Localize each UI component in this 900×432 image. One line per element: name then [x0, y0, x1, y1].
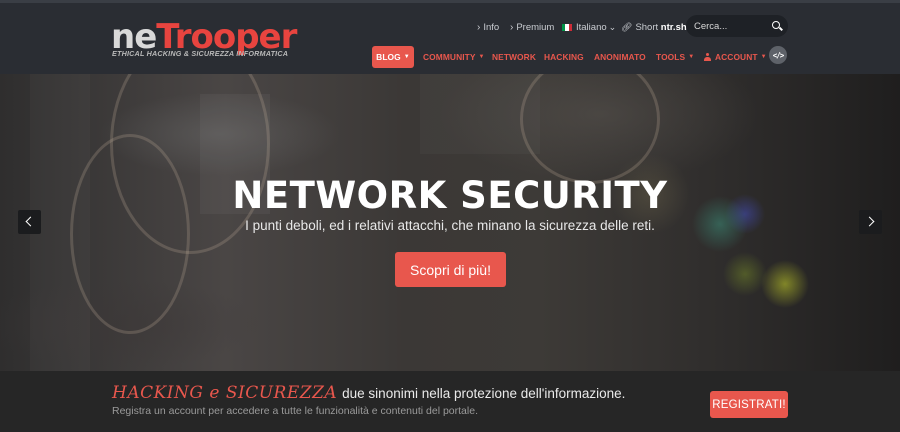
info-link[interactable]: › Info [477, 19, 499, 35]
chevron-down-icon: ⌄ [608, 21, 617, 32]
chevron-right-icon: › [477, 21, 481, 33]
search-icon[interactable] [772, 21, 780, 29]
carousel-prev-arrow-icon[interactable] [18, 210, 41, 234]
short-link[interactable]: 🔗︎ Short ntr.sh [621, 19, 687, 35]
caret-down-icon: ▼ [403, 54, 410, 60]
nav-hacking-label: HACKING [544, 52, 584, 62]
caret-down-icon: ▼ [688, 54, 695, 60]
netrooper-logo[interactable]: neTrooper ETHICAL HACKING & SICUREZZA IN… [111, 19, 297, 61]
hero-title: NETWORK SECURITY [232, 174, 668, 217]
nav-network[interactable]: NETWORK [492, 46, 536, 68]
nav-community[interactable]: COMMUNITY ▼ [423, 46, 485, 68]
nav-community-label: COMMUNITY [423, 52, 476, 62]
banner-headline: HACKING e SICUREZZA due sinonimi nella p… [112, 383, 625, 403]
premium-link[interactable]: › Premium [510, 19, 554, 35]
code-icon[interactable]: </> [769, 46, 787, 64]
background-cable [70, 134, 190, 334]
nav-hacking[interactable]: HACKING [544, 46, 584, 68]
hero-subtitle: I punti deboli, ed i relativi attacchi, … [245, 218, 655, 233]
nav-anonimato-label: ANONIMATO [594, 52, 646, 62]
search-input[interactable] [694, 18, 768, 34]
nav-tools[interactable]: TOOLS ▼ [656, 46, 694, 68]
nav-anonimato[interactable]: ANONIMATO [594, 46, 646, 68]
nav-tools-label: TOOLS [656, 52, 686, 62]
user-icon [704, 53, 711, 61]
hero-carousel: NETWORK SECURITY I punti deboli, ed i re… [0, 74, 900, 371]
nav-account[interactable]: ACCOUNT ▼ [704, 46, 767, 68]
carousel-next-arrow-icon[interactable] [859, 210, 882, 234]
info-label: Info [483, 21, 500, 33]
nav-blog-label: BLOG [376, 52, 401, 62]
site-header: neTrooper ETHICAL HACKING & SICUREZZA IN… [0, 3, 900, 74]
search-box [686, 15, 788, 37]
short-label: Short [635, 21, 659, 33]
banner-subtext: Registra un account per accedere a tutte… [112, 405, 478, 417]
chevron-right-icon: › [510, 21, 514, 33]
link-icon: 🔗︎ [621, 21, 633, 32]
language-label: Italiano [576, 21, 607, 33]
caret-down-icon: ▼ [760, 54, 767, 60]
italy-flag-icon [562, 23, 572, 31]
caret-down-icon: ▼ [478, 54, 485, 60]
nav-account-label: ACCOUNT [715, 52, 758, 62]
premium-label: Premium [516, 21, 555, 33]
discover-more-button[interactable]: Scopri di più! [395, 252, 506, 287]
nav-blog[interactable]: BLOG ▼ [372, 46, 414, 68]
language-selector[interactable]: Italiano ⌄ [562, 19, 616, 35]
short-domain: ntr.sh [660, 21, 687, 33]
nav-network-label: NETWORK [492, 52, 536, 62]
banner-highlight: HACKING e SICUREZZA [112, 383, 338, 403]
logo-tagline: ETHICAL HACKING & SICUREZZA INFORMATICA [112, 49, 289, 58]
banner-text: due sinonimi nella protezione dell'infor… [342, 386, 626, 401]
register-banner: HACKING e SICUREZZA due sinonimi nella p… [0, 371, 900, 432]
register-button[interactable]: REGISTRATI! [710, 391, 788, 418]
background-cable [520, 74, 660, 184]
